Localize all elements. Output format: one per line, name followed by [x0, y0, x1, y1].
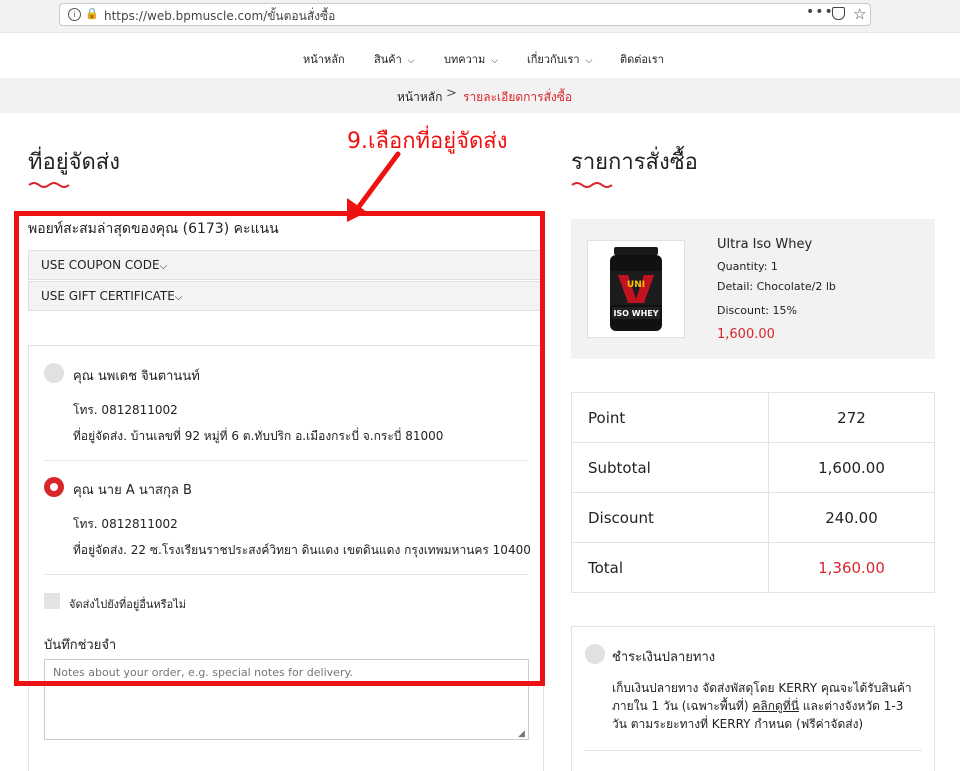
pocket-icon[interactable] [832, 7, 845, 20]
chevron-down-icon: ⌵ [491, 56, 499, 66]
shipping-heading: ที่อยู่จัดส่ง [28, 150, 120, 175]
address-phone-1: โทร. 0812811002 [73, 403, 178, 417]
breadcrumb-home[interactable]: หน้าหลัก [397, 88, 442, 107]
divider [44, 574, 528, 575]
chevron-down-icon: ⌵ [585, 56, 593, 66]
address-radio-1[interactable] [44, 363, 64, 383]
summary-label: Point [571, 392, 769, 443]
summary-value: 1,600.00 [768, 442, 935, 493]
divider [584, 750, 922, 751]
breadcrumb-current: รายละเอียดการสั่งซื้อ [463, 90, 573, 104]
product-image[interactable]: UNI ISO WHEY [587, 240, 685, 338]
address-radio-2[interactable] [44, 477, 64, 497]
page-actions-icon[interactable]: ••• [806, 4, 834, 20]
summary-label: Subtotal [571, 442, 769, 493]
address-text-1: ที่อยู่จัดส่ง. บ้านเลขที่ 92 หมู่ที่ 6 ต… [73, 429, 444, 443]
nav-item-articles[interactable]: บทความ ⌵ [444, 50, 498, 68]
address-text-2: ที่อยู่จัดส่ง. 22 ซ.โรงเรียนราชประสงค์วิ… [73, 543, 531, 557]
nav-item-contact[interactable]: ติดต่อเรา [620, 50, 664, 68]
lock-icon[interactable]: 🔒 [85, 7, 99, 20]
browser-toolbar: i 🔒 https://web.bpmuscle.com/ขั้นตอนสั่ง… [0, 0, 960, 32]
chevron-down-icon: ⌵ [407, 56, 415, 66]
bookmark-star-icon[interactable]: ☆ [853, 5, 866, 23]
heading-underline-wave [28, 182, 70, 188]
annotation-arrow-icon [347, 151, 401, 222]
summary-total-value: 1,360.00 [768, 542, 935, 593]
breadcrumb: หน้าหลัก > รายละเอียดการสั่งซื้อ [0, 78, 960, 113]
nav-item-about[interactable]: เกี่ยวกับเรา ⌵ [527, 50, 592, 68]
order-summary-table: Point 272 Subtotal 1,600.00 Discount 240… [571, 392, 935, 593]
coupon-label: USE COUPON CODE [41, 258, 160, 272]
whey-tub-image: UNI ISO WHEY [610, 247, 662, 331]
divider [44, 460, 528, 461]
address-name-1: คุณ นพเดช จินตานนท์ [73, 369, 200, 384]
chevron-down-icon: ⌵ [159, 261, 168, 272]
notes-label: บันทึกช่วยจำ [44, 638, 117, 653]
url-text[interactable]: https://web.bpmuscle.com/ขั้นตอนสั่งซื้อ [104, 7, 335, 26]
payment-option-label: ชำระเงินปลายทาง [612, 650, 716, 665]
see-here-link[interactable]: คลิกดูที่นี่ [752, 699, 799, 713]
table-row: Discount 240.00 [571, 492, 935, 543]
product-price: 1,600.00 [717, 327, 775, 342]
heading-underline-wave [571, 182, 613, 188]
summary-value: 240.00 [768, 492, 935, 543]
address-phone-2: โทร. 0812811002 [73, 517, 178, 531]
address-bar[interactable]: i 🔒 https://web.bpmuscle.com/ขั้นตอนสั่ง… [59, 3, 871, 26]
payment-radio-cod[interactable] [585, 644, 605, 664]
nav-item-products[interactable]: สินค้า ⌵ [374, 50, 415, 68]
order-heading: รายการสั่งซื้อ [571, 150, 698, 175]
breadcrumb-separator-icon: > [446, 86, 457, 101]
resize-grip-icon[interactable]: ◢ [518, 729, 525, 739]
nav-item-home[interactable]: หน้าหลัก [303, 50, 345, 68]
payment-description: เก็บเงินปลายทาง จัดส่งพัสดุโดย KERRY คุณ… [612, 679, 922, 733]
summary-label: Total [571, 542, 769, 593]
other-address-label: จัดส่งไปยังที่อยู่อื่นหรือไม่ [69, 598, 186, 611]
product-image-brand: UNI [627, 280, 645, 290]
product-card: UNI ISO WHEY Ultra Iso Whey Quantity: 1 … [571, 219, 935, 359]
payment-methods: ชำระเงินปลายทาง เก็บเงินปลายทาง จัดส่งพั… [571, 626, 935, 771]
product-title[interactable]: Ultra Iso Whey [717, 237, 812, 252]
table-row: Subtotal 1,600.00 [571, 442, 935, 493]
product-image-name: ISO WHEY [613, 309, 658, 318]
other-address-checkbox[interactable] [44, 593, 60, 609]
notes-textarea[interactable] [44, 659, 529, 740]
product-detail: Detail: Chocolate/2 lb [717, 280, 836, 293]
summary-value: 272 [768, 392, 935, 443]
points-text: พอยท์สะสมล่าสุดของคุณ (6173) คะแนน [28, 221, 279, 237]
summary-label: Discount [571, 492, 769, 543]
info-icon[interactable]: i [68, 8, 81, 21]
chevron-down-icon: ⌵ [174, 292, 183, 303]
address-name-2: คุณ นาย A นาสกุล B [73, 483, 192, 498]
url-path: /ขั้นตอนสั่งซื้อ [263, 9, 336, 23]
coupon-accordion[interactable]: USE COUPON CODE⌵ [28, 250, 542, 280]
product-quantity: Quantity: 1 [717, 260, 778, 273]
product-discount: Discount: 15% [717, 304, 797, 317]
main-nav: หน้าหลัก สินค้า ⌵ บทความ ⌵ เกี่ยวกับเรา ⌵ ต… [0, 32, 960, 79]
gift-label: USE GIFT CERTIFICATE [41, 289, 175, 303]
table-row: Total 1,360.00 [571, 542, 935, 593]
gift-certificate-accordion[interactable]: USE GIFT CERTIFICATE⌵ [28, 281, 542, 311]
table-row: Point 272 [571, 392, 935, 443]
